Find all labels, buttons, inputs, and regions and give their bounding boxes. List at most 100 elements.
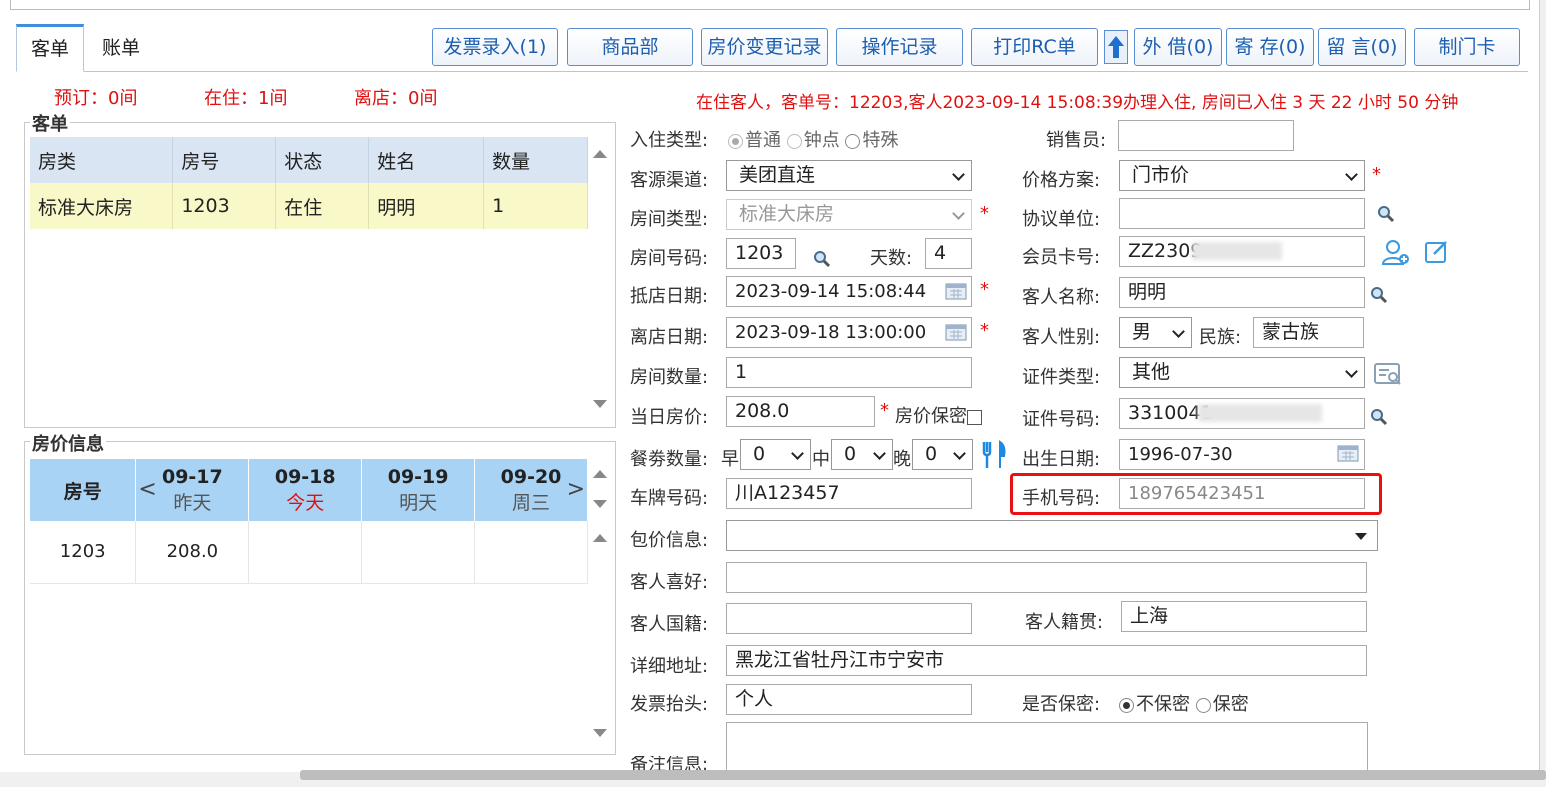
gender-select[interactable]: 男 <box>1119 317 1192 348</box>
id-type-label: 证件类型: <box>1022 367 1101 388</box>
calendar-icon[interactable] <box>945 323 967 341</box>
preference-field[interactable] <box>726 562 1367 593</box>
scroll-down-arrow[interactable] <box>593 500 607 508</box>
room-type-select[interactable]: 标准大床房 <box>726 199 972 230</box>
required-star: * <box>980 320 989 341</box>
radio-not-confidential-label: 不保密 <box>1136 694 1190 715</box>
id-type-select[interactable]: 其他 <box>1119 357 1365 388</box>
print-rc-button[interactable]: 打印RC单 <box>971 28 1098 66</box>
search-icon[interactable] <box>813 250 831 268</box>
rate-secret-group[interactable]: 房价保密 <box>895 402 982 428</box>
search-icon[interactable] <box>1370 286 1388 304</box>
scroll-down-arrow[interactable] <box>593 729 607 737</box>
agreement-label: 协议单位: <box>1022 209 1101 230</box>
price-history-button[interactable]: 房价变更记录 <box>701 28 828 66</box>
calendar-icon[interactable] <box>945 282 967 300</box>
price-plan-select[interactable]: 门市价 <box>1119 160 1365 191</box>
top-frame <box>10 0 1530 10</box>
phone-field[interactable]: 189765423451 <box>1119 478 1365 509</box>
radio-normal[interactable] <box>728 133 743 149</box>
fork-knife-icon[interactable] <box>980 440 1008 470</box>
invoice-title-field[interactable]: 个人 <box>726 684 972 715</box>
salesperson-label: 销售员: <box>1046 130 1107 151</box>
tab-order[interactable]: 客单 <box>16 24 85 72</box>
guest-name-field[interactable]: 明明 <box>1119 277 1365 308</box>
dinner-value: 0 <box>925 443 938 465</box>
radio-confidential[interactable] <box>1195 697 1211 713</box>
arrival-field[interactable]: 2023-09-14 15:08:44 <box>726 276 972 307</box>
make-card-button[interactable]: 制门卡 <box>1414 28 1520 66</box>
room-count-field[interactable]: 1 <box>726 357 972 388</box>
order-table: 房类 房号 状态 姓名 数量 标准大床房 1203 在住 明明 1 <box>30 137 588 229</box>
message-button[interactable]: 留 言(0) <box>1318 28 1406 66</box>
remarks-field[interactable] <box>726 722 1368 772</box>
day-col-3: 09-20 周三 > <box>474 459 588 521</box>
scroll-up-arrow[interactable] <box>593 534 607 542</box>
birthday-field[interactable]: 1996-07-30 <box>1119 439 1365 470</box>
calendar-icon[interactable] <box>1337 444 1359 462</box>
table-row[interactable]: 1203 208.0 <box>30 521 588 584</box>
add-user-icon[interactable] <box>1381 238 1411 266</box>
id-scan-icon[interactable] <box>1373 361 1403 387</box>
price-panel-title: 房价信息 <box>30 430 106 456</box>
price-cell <box>248 521 363 584</box>
nationality-field[interactable] <box>726 603 972 634</box>
dinner-select[interactable]: 0 <box>912 439 973 470</box>
radio-hourly[interactable] <box>786 133 802 149</box>
price-plan-value: 门市价 <box>1132 164 1190 186</box>
col-qty: 数量 <box>483 137 588 183</box>
tab-bill[interactable]: 账单 <box>88 24 154 72</box>
reserved-count: 预订：0间 <box>54 88 138 109</box>
preference-label: 客人喜好: <box>630 572 709 593</box>
goods-button[interactable]: 商品部 <box>567 28 693 66</box>
checkin-type-group[interactable]: 普通 钟点 特殊 <box>728 126 898 152</box>
breakfast-label: 早 <box>721 449 739 470</box>
package-select[interactable] <box>726 520 1378 551</box>
redacted-area <box>1192 242 1282 260</box>
invoice-entry-button[interactable]: 发票录入(1) <box>432 28 558 66</box>
plate-field[interactable]: 川A123457 <box>726 478 972 509</box>
page: 客单 账单 发票录入(1) 商品部 房价变更记录 操作记录 打印RC单 外 借(… <box>0 0 1540 772</box>
daily-rate-field[interactable]: 208.0 <box>726 396 875 427</box>
breakfast-select[interactable]: 0 <box>740 439 811 470</box>
prev-day-arrow[interactable]: < <box>138 477 156 502</box>
required-star: * <box>980 203 989 224</box>
radio-not-confidential[interactable] <box>1119 697 1134 713</box>
price-cell <box>361 521 476 584</box>
scroll-up-arrow[interactable] <box>593 150 607 158</box>
member-card-label: 会员卡号: <box>1022 247 1101 268</box>
confidential-group[interactable]: 不保密 保密 <box>1119 690 1249 716</box>
cell-status: 在住 <box>275 183 370 229</box>
source-select[interactable]: 美团直连 <box>726 160 972 191</box>
operation-log-button[interactable]: 操作记录 <box>836 28 963 66</box>
radio-special[interactable] <box>845 133 861 149</box>
horizontal-scrollbar[interactable] <box>300 770 1546 780</box>
ethnicity-field[interactable]: 蒙古族 <box>1253 317 1364 348</box>
days-field[interactable]: 4 <box>925 238 972 269</box>
day-label: 明天 <box>399 492 438 514</box>
borrow-button[interactable]: 外 借(0) <box>1134 28 1222 66</box>
native-place-field[interactable]: 上海 <box>1121 601 1367 632</box>
address-field[interactable]: 黑龙江省牡丹江市宁安市 <box>726 645 1367 676</box>
source-value: 美团直连 <box>739 164 816 186</box>
deposit-button[interactable]: 寄 存(0) <box>1226 28 1314 66</box>
day-col-2: 09-19 明天 <box>361 459 476 521</box>
edit-icon[interactable] <box>1424 238 1450 264</box>
salesperson-field[interactable] <box>1118 120 1294 151</box>
required-star: * <box>1372 164 1381 185</box>
room-no-field[interactable]: 1203 <box>726 238 796 269</box>
table-row[interactable]: 标准大床房 1203 在住 明明 1 <box>30 183 588 229</box>
lunch-select[interactable]: 0 <box>831 439 893 470</box>
scroll-down-arrow[interactable] <box>593 400 607 408</box>
next-day-arrow[interactable]: > <box>567 477 585 502</box>
rate-secret-checkbox[interactable] <box>967 409 982 425</box>
search-icon[interactable] <box>1370 408 1388 426</box>
departure-field[interactable]: 2023-09-18 13:00:00 <box>726 317 972 348</box>
required-star: * <box>880 400 889 421</box>
upload-button[interactable] <box>1104 30 1128 64</box>
price-plan-label: 价格方案: <box>1022 170 1101 191</box>
col-name: 姓名 <box>368 137 485 183</box>
agreement-field[interactable] <box>1119 198 1365 229</box>
scroll-up-arrow[interactable] <box>593 470 607 478</box>
search-icon[interactable] <box>1377 205 1395 223</box>
